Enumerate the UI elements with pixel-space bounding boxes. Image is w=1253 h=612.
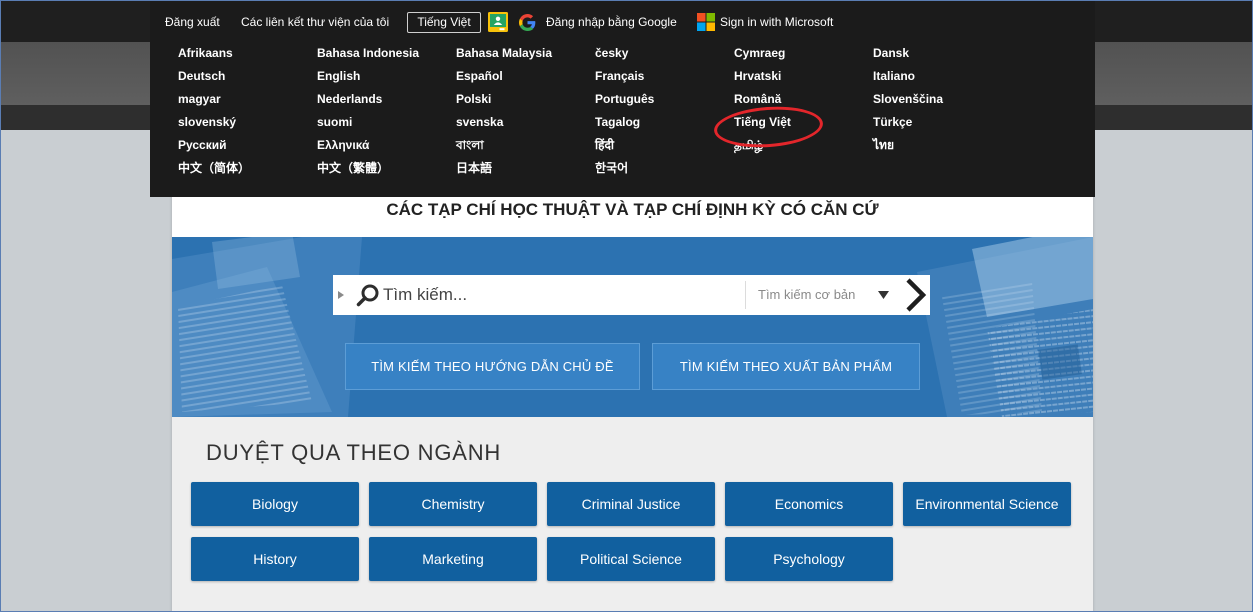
language-option-slovenian[interactable]: Slovenščina bbox=[873, 88, 1012, 111]
language-option-welsh[interactable]: Cymraeg bbox=[734, 42, 873, 65]
subject-button-history[interactable]: History bbox=[191, 537, 359, 581]
subject-button-environmental-science[interactable]: Environmental Science bbox=[903, 482, 1071, 526]
language-option-turkish[interactable]: Türkçe bbox=[873, 111, 1012, 134]
language-option-czech[interactable]: česky bbox=[595, 42, 734, 65]
search-bar: Tìm kiếm cơ bản bbox=[333, 275, 930, 315]
language-option-polish[interactable]: Polski bbox=[456, 88, 595, 111]
language-option-hindi[interactable]: हिंदी bbox=[595, 134, 734, 157]
language-option-bahasa-malaysia[interactable]: Bahasa Malaysia bbox=[456, 42, 595, 65]
language-option-spanish[interactable]: Español bbox=[456, 65, 595, 88]
page-title: CÁC TẠP CHÍ HỌC THUẬT VÀ TẠP CHÍ ĐỊNH KỲ… bbox=[386, 200, 879, 219]
language-option-dutch[interactable]: Nederlands bbox=[317, 88, 456, 111]
language-option-german[interactable]: Deutsch bbox=[178, 65, 317, 88]
google-signin-label: Đăng nhập bằng Google bbox=[546, 15, 677, 29]
language-option-croatian[interactable]: Hrvatski bbox=[734, 65, 873, 88]
search-icon bbox=[356, 284, 379, 307]
language-selector-button[interactable]: Tiếng Việt bbox=[407, 12, 481, 33]
browse-by-subject-section: DUYỆT QUA THEO NGÀNH Biology Chemistry C… bbox=[172, 417, 1093, 612]
language-option-italian[interactable]: Italiano bbox=[873, 65, 1012, 88]
language-option-japanese[interactable]: 日本語 bbox=[456, 157, 595, 180]
caret-down-icon bbox=[878, 291, 889, 299]
search-mode-select[interactable]: Tìm kiếm cơ bản bbox=[746, 275, 896, 315]
logout-link[interactable]: Đăng xuất bbox=[165, 12, 220, 33]
search-by-subject-guide-button[interactable]: TÌM KIẾM THEO HƯỚNG DẪN CHỦ ĐỀ bbox=[345, 343, 640, 390]
subject-button-economics[interactable]: Economics bbox=[725, 482, 893, 526]
language-option-hungarian[interactable]: magyar bbox=[178, 88, 317, 111]
language-option-chinese-simplified[interactable]: 中文（简体） bbox=[178, 157, 317, 180]
language-option-bahasa-indonesia[interactable]: Bahasa Indonesia bbox=[317, 42, 456, 65]
language-option-greek[interactable]: Ελληνικά bbox=[317, 134, 456, 157]
language-dropdown: Đăng xuất Các liên kết thư viện của tôi … bbox=[150, 0, 1095, 197]
microsoft-logo-icon bbox=[697, 13, 715, 31]
microsoft-signin-label: Sign in with Microsoft bbox=[720, 15, 834, 29]
subject-button-criminal-justice[interactable]: Criminal Justice bbox=[547, 482, 715, 526]
language-option-portuguese[interactable]: Português bbox=[595, 88, 734, 111]
language-option-bengali[interactable]: বাংলা bbox=[456, 134, 595, 157]
language-option-russian[interactable]: Русский bbox=[178, 134, 317, 157]
chevron-right-icon[interactable] bbox=[902, 277, 928, 313]
main-content: CÁC TẠP CHÍ HỌC THUẬT VÀ TẠP CHÍ ĐỊNH KỲ… bbox=[172, 130, 1093, 612]
subject-button-grid: Biology Chemistry Criminal Justice Econo… bbox=[191, 482, 1071, 581]
search-by-publication-button[interactable]: TÌM KIẾM THEO XUẤT BẢN PHẨM bbox=[652, 343, 920, 390]
search-input[interactable] bbox=[383, 275, 738, 315]
google-g-icon bbox=[519, 14, 536, 31]
caret-right-icon[interactable] bbox=[338, 291, 344, 299]
language-option-english[interactable]: English bbox=[317, 65, 456, 88]
subject-button-marketing[interactable]: Marketing bbox=[369, 537, 537, 581]
language-option-slovak[interactable]: slovenský bbox=[178, 111, 317, 134]
language-option-korean[interactable]: 한국어 bbox=[595, 157, 734, 180]
language-option-thai[interactable]: ไทย bbox=[873, 134, 1012, 157]
search-mode-label: Tìm kiếm cơ bản bbox=[758, 287, 856, 302]
google-classroom-icon[interactable] bbox=[488, 12, 508, 32]
language-list: Afrikaans Bahasa Indonesia Bahasa Malays… bbox=[178, 42, 1012, 180]
language-option-finnish[interactable]: suomi bbox=[317, 111, 456, 134]
language-option-french[interactable]: Français bbox=[595, 65, 734, 88]
browse-heading: DUYỆT QUA THEO NGÀNH bbox=[206, 440, 502, 465]
language-option-chinese-traditional[interactable]: 中文（繁體） bbox=[317, 157, 456, 180]
subject-button-chemistry[interactable]: Chemistry bbox=[369, 482, 537, 526]
subject-button-biology[interactable]: Biology bbox=[191, 482, 359, 526]
language-option-danish[interactable]: Dansk bbox=[873, 42, 1012, 65]
language-option-swedish[interactable]: svenska bbox=[456, 111, 595, 134]
library-links-link[interactable]: Các liên kết thư viện của tôi bbox=[241, 12, 389, 33]
hero-newspaper-background bbox=[172, 237, 1093, 417]
subject-button-political-science[interactable]: Political Science bbox=[547, 537, 715, 581]
subject-button-psychology[interactable]: Psychology bbox=[725, 537, 893, 581]
language-option-afrikaans[interactable]: Afrikaans bbox=[178, 42, 317, 65]
search-hero: Tìm kiếm cơ bản TÌM KIẾM THEO HƯỚNG DẪN … bbox=[172, 237, 1093, 417]
